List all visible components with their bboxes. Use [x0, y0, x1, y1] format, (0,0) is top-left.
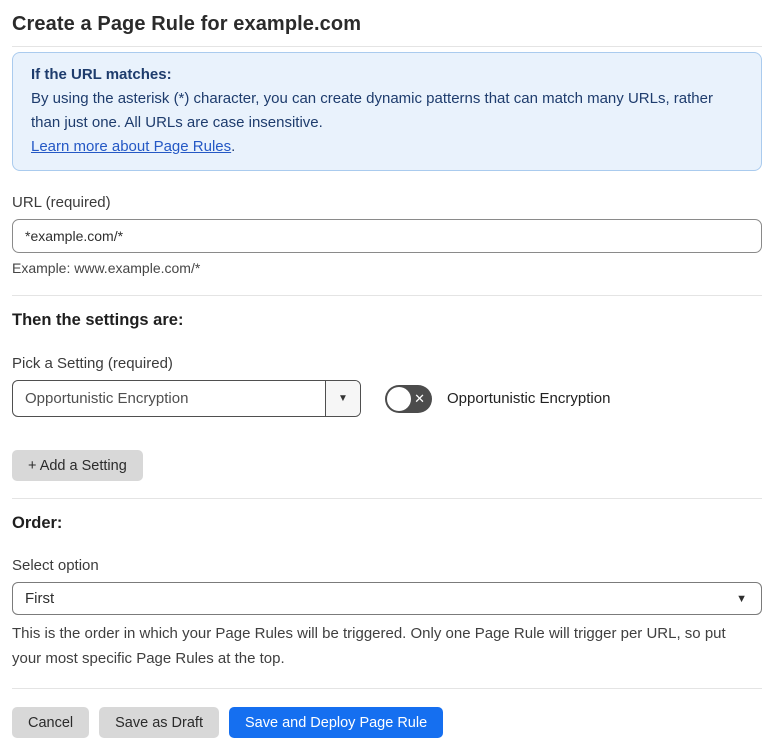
info-box-body: By using the asterisk (*) character, you… — [31, 90, 713, 131]
order-select[interactable]: First ▼ — [12, 582, 762, 615]
dropdown-arrow-button[interactable]: ▼ — [325, 381, 360, 416]
save-as-draft-button[interactable]: Save as Draft — [99, 707, 219, 738]
order-select-label: Select option — [12, 557, 99, 574]
order-select-value: First — [25, 590, 55, 607]
toggle-label: Opportunistic Encryption — [447, 390, 611, 407]
setting-dropdown-value: Opportunistic Encryption — [25, 390, 189, 407]
url-example-text: Example: www.example.com/* — [12, 260, 201, 276]
divider — [12, 498, 762, 499]
page-title: Create a Page Rule for example.com — [12, 13, 362, 35]
divider — [12, 295, 762, 296]
url-input[interactable] — [12, 219, 762, 253]
cancel-button[interactable]: Cancel — [12, 707, 90, 738]
opportunistic-encryption-toggle[interactable]: ✕ — [385, 384, 432, 413]
footer-actions: Cancel Save as Draft Save and Deploy Pag… — [12, 707, 762, 738]
order-help-text: This is the order in which your Page Rul… — [12, 625, 726, 667]
info-box-link-line: Learn more about Page Rules. — [31, 135, 743, 159]
save-and-deploy-button[interactable]: Save and Deploy Page Rule — [228, 707, 444, 738]
info-box-heading: If the URL matches: — [31, 66, 172, 83]
chevron-down-icon: ▼ — [736, 592, 747, 605]
setting-dropdown[interactable]: Opportunistic Encryption ▼ — [12, 380, 361, 417]
pick-setting-label: Pick a Setting (required) — [12, 355, 173, 372]
create-page-rule-form: Create a Page Rule for example.com If th… — [0, 0, 775, 738]
setting-row: Opportunistic Encryption ▼ ✕ Opportunist… — [12, 380, 762, 417]
divider — [12, 46, 762, 47]
divider — [12, 688, 762, 689]
url-field-label: URL (required) — [12, 194, 111, 211]
learn-more-link[interactable]: Learn more about Page Rules — [31, 138, 231, 155]
settings-section-heading: Then the settings are: — [12, 311, 184, 329]
url-matches-info-box: If the URL matches: By using the asteris… — [12, 52, 762, 171]
toggle-off-x-icon: ✕ — [414, 390, 425, 406]
order-section-heading: Order: — [12, 514, 63, 532]
toggle-knob — [387, 386, 411, 411]
chevron-down-icon: ▼ — [338, 393, 348, 404]
add-setting-button[interactable]: + Add a Setting — [12, 450, 143, 481]
link-suffix: . — [231, 138, 236, 155]
